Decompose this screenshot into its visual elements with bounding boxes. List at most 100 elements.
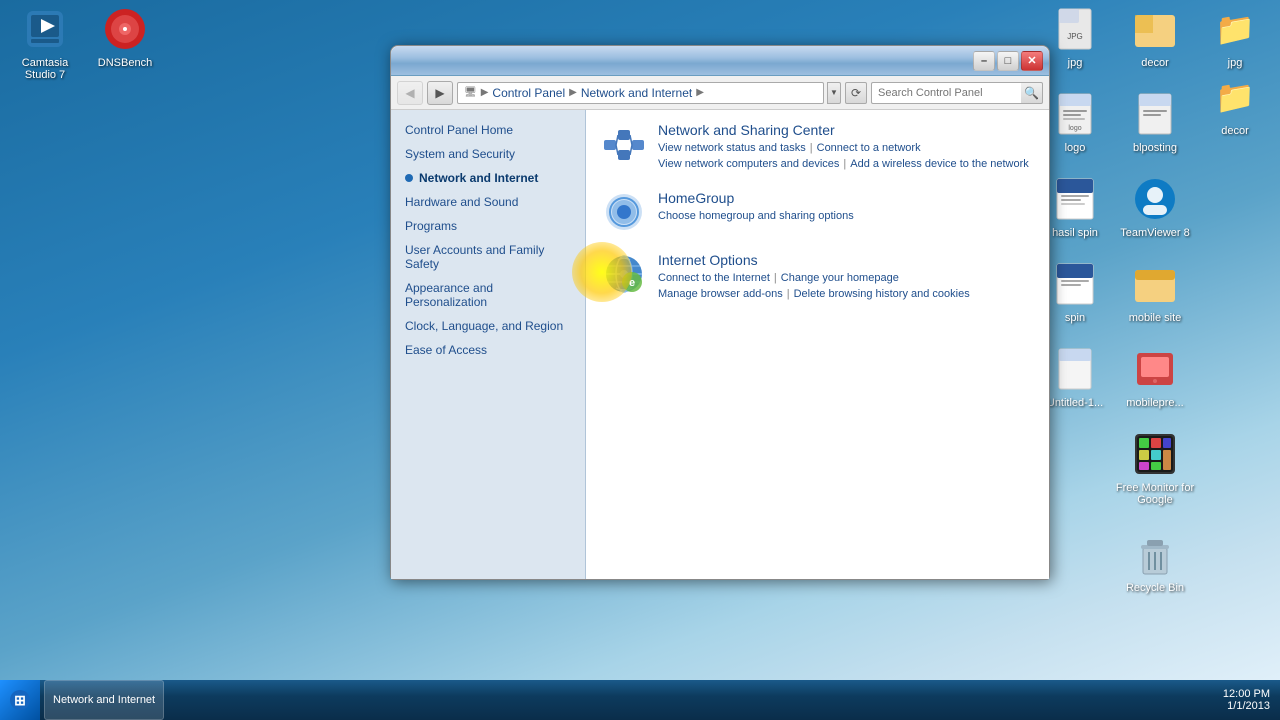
breadcrumb-control-panel[interactable]: Control Panel xyxy=(492,86,565,100)
recycle-bin-label: Recycle Bin xyxy=(1126,582,1184,594)
sidebar-item-ease-access[interactable]: Ease of Access xyxy=(391,338,585,362)
breadcrumb-sep1: ▶ xyxy=(481,87,489,98)
internet-options-title[interactable]: Internet Options xyxy=(658,252,1033,268)
mobile-site-label: mobile site xyxy=(1129,312,1182,324)
camtasia-label: Camtasia Studio 7 xyxy=(5,57,85,81)
jpg-icon: 📁 xyxy=(1211,5,1259,53)
network-sharing-links-row1: View network status and tasks | Connect … xyxy=(658,142,921,154)
title-bar-buttons: – □ ✕ xyxy=(973,51,1043,71)
desktop-icon-mobile-site[interactable]: mobile site xyxy=(1115,260,1195,324)
free-monitor-label: Free Monitor for Google xyxy=(1115,482,1195,506)
search-input[interactable] xyxy=(871,82,1021,104)
maximize-button[interactable]: □ xyxy=(997,51,1019,71)
sidebar-item-clock-language[interactable]: Clock, Language, and Region xyxy=(391,314,585,338)
sidebar-label-user-accounts: User Accounts and Family Safety xyxy=(405,243,571,271)
untitled-icon xyxy=(1051,345,1099,393)
network-sharing-title[interactable]: Network and Sharing Center xyxy=(658,122,1033,138)
sidebar-item-network-internet[interactable]: Network and Internet xyxy=(391,166,585,190)
sidebar-label-ease-access: Ease of Access xyxy=(405,343,487,357)
sidebar-item-system-security[interactable]: System and Security xyxy=(391,142,585,166)
desktop-icon-decor[interactable]: 📁 decor xyxy=(1195,73,1275,137)
desktop-icon-jpg[interactable]: 📁 jpg xyxy=(1195,5,1275,69)
taskbar-window-button[interactable]: Network and Internet xyxy=(44,680,164,720)
computer-icon: 🖥 xyxy=(464,87,477,98)
address-dropdown[interactable]: ▼ xyxy=(827,82,841,104)
hasil-spin-label: hasil spin xyxy=(1052,227,1098,239)
refresh-button[interactable]: ⟳ xyxy=(845,82,867,104)
forward-button[interactable]: ▶ xyxy=(427,81,453,105)
homegroup-title[interactable]: HomeGroup xyxy=(658,190,854,206)
desktop-icon-blposting[interactable]: blposting xyxy=(1115,90,1195,154)
desktop-icon-dnsbench[interactable]: DNSBench xyxy=(85,5,165,69)
change-homepage-link[interactable]: Change your homepage xyxy=(781,272,899,284)
homegroup-section: HomeGroup Choose homegroup and sharing o… xyxy=(602,190,1033,234)
desktop-icon-mobilepre[interactable]: mobilepre... xyxy=(1115,345,1195,409)
sep3: | xyxy=(774,272,777,284)
desktop-icon-free-monitor[interactable]: Free Monitor for Google xyxy=(1115,430,1195,506)
search-box: 🔍 xyxy=(871,82,1043,104)
camtasia-icon xyxy=(21,5,69,53)
choose-homegroup-link[interactable]: Choose homegroup and sharing options xyxy=(658,210,854,222)
internet-options-body: Internet Options Connect to the Internet… xyxy=(658,252,1033,302)
breadcrumb-sep2: ▶ xyxy=(569,87,577,98)
view-network-computers-link[interactable]: View network computers and devices xyxy=(658,158,839,170)
sidebar-label-control-panel-home: Control Panel Home xyxy=(405,123,513,137)
sidebar-label-hardware-sound: Hardware and Sound xyxy=(405,195,518,209)
sidebar-label-network-internet: Network and Internet xyxy=(419,171,538,185)
decor2-label: decor xyxy=(1141,57,1169,69)
address-path: 🖥 ▶ Control Panel ▶ Network and Internet… xyxy=(457,82,824,104)
sidebar-label-appearance: Appearance and Personalization xyxy=(405,281,571,309)
internet-options-links: Connect to the Internet | Change your ho… xyxy=(658,272,1033,302)
connect-to-network-link[interactable]: Connect to a network xyxy=(817,142,921,154)
sidebar-item-hardware-sound[interactable]: Hardware and Sound xyxy=(391,190,585,214)
network-sharing-icon xyxy=(602,122,646,166)
connect-to-internet-link[interactable]: Connect to the Internet xyxy=(658,272,770,284)
taskbar-window-label: Network and Internet xyxy=(53,694,155,706)
spin-label: spin xyxy=(1065,312,1085,324)
spin-icon xyxy=(1051,260,1099,308)
sidebar-item-control-panel-home[interactable]: Control Panel Home xyxy=(391,118,585,142)
close-button[interactable]: ✕ xyxy=(1021,51,1043,71)
main-area: Control Panel Home System and Security N… xyxy=(391,110,1049,579)
add-wireless-link[interactable]: Add a wireless device to the network xyxy=(850,158,1029,170)
svg-text:e: e xyxy=(629,277,635,289)
manage-addons-link[interactable]: Manage browser add-ons xyxy=(658,288,783,300)
homegroup-body: HomeGroup Choose homegroup and sharing o… xyxy=(658,190,854,224)
mobilepre-label: mobilepre... xyxy=(1126,397,1183,409)
teamviewer-icon xyxy=(1131,175,1179,223)
internet-options-section: e Internet Options Connect to the Intern… xyxy=(602,252,1033,302)
desktop-icon-decor2[interactable]: decor xyxy=(1115,5,1195,69)
breadcrumb-network-internet[interactable]: Network and Internet xyxy=(581,86,692,100)
sidebar-label-programs: Programs xyxy=(405,219,457,233)
decor-label: decor xyxy=(1221,125,1249,137)
blposting-icon xyxy=(1131,90,1179,138)
address-bar: ◀ ▶ 🖥 ▶ Control Panel ▶ Network and Inte… xyxy=(391,76,1049,110)
sidebar-item-user-accounts[interactable]: User Accounts and Family Safety xyxy=(391,238,585,276)
breadcrumb-sep3: ▶ xyxy=(696,87,704,98)
back-button[interactable]: ◀ xyxy=(397,81,423,105)
search-button[interactable]: 🔍 xyxy=(1021,82,1043,104)
teamviewer-label: TeamViewer 8 xyxy=(1120,227,1190,239)
internet-options-links-row2: Manage browser add-ons | Delete browsing… xyxy=(658,288,970,300)
hasil-spin-icon xyxy=(1051,175,1099,223)
control-panel-window: – □ ✕ ◀ ▶ 🖥 ▶ Control Panel ▶ Network an… xyxy=(390,45,1050,580)
jpg-label: jpg xyxy=(1228,57,1243,69)
dnsbench-label: DNSBench xyxy=(98,57,152,69)
desktop-icon-recycle-bin[interactable]: Recycle Bin xyxy=(1115,530,1195,594)
start-button[interactable]: ⊞ xyxy=(0,680,40,720)
minimize-button[interactable]: – xyxy=(973,51,995,71)
delete-browsing-history-link[interactable]: Delete browsing history and cookies xyxy=(794,288,970,300)
network-sharing-body: Network and Sharing Center View network … xyxy=(658,122,1033,172)
sidebar-item-appearance[interactable]: Appearance and Personalization xyxy=(391,276,585,314)
sidebar-item-programs[interactable]: Programs xyxy=(391,214,585,238)
sep1: | xyxy=(810,142,813,154)
taskbar-time: 12:00 PM xyxy=(1223,688,1270,700)
decor-icon: 📁 xyxy=(1211,73,1259,121)
network-sharing-section: Network and Sharing Center View network … xyxy=(602,122,1033,172)
desktop-icon-camtasia[interactable]: Camtasia Studio 7 xyxy=(5,5,85,81)
sep2: | xyxy=(843,158,846,170)
view-network-status-link[interactable]: View network status and tasks xyxy=(658,142,806,154)
desktop-icon-teamviewer[interactable]: TeamViewer 8 xyxy=(1115,175,1195,239)
dnsbench-icon xyxy=(101,5,149,53)
svg-text:⊞: ⊞ xyxy=(14,692,26,708)
